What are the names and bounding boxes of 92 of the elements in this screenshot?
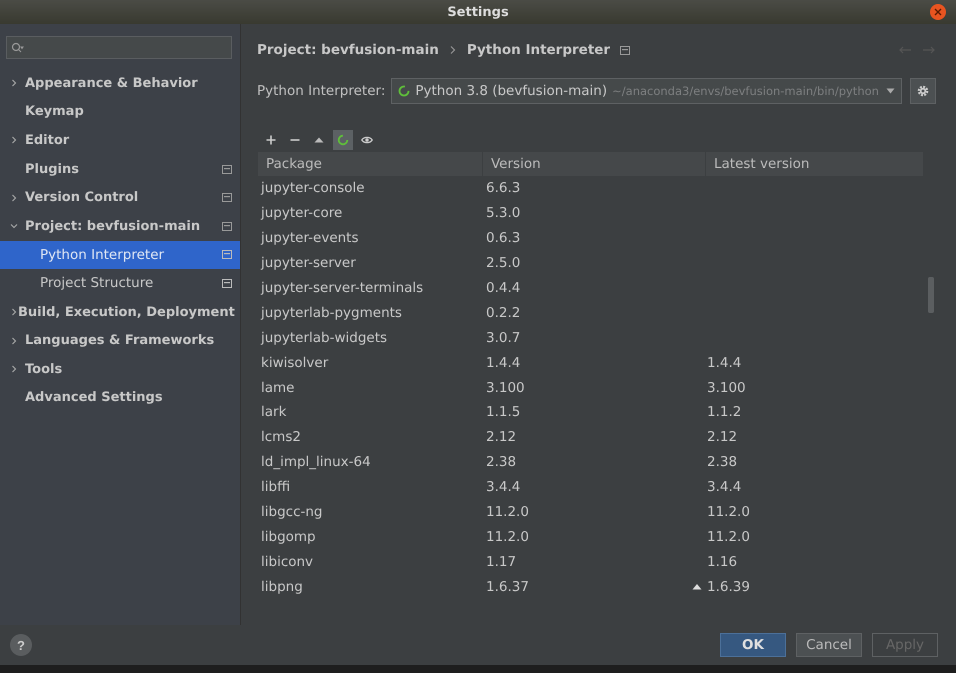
table-cell-text: libffi xyxy=(260,479,292,496)
interpreter-label: Python Interpreter: xyxy=(257,83,386,99)
chevron-down-icon xyxy=(10,222,18,230)
table-cell-text: ld_impl_linux-64 xyxy=(260,454,372,470)
table-cell-text: 1.1.5 xyxy=(485,404,522,420)
table-cell-text: jupyter-core xyxy=(260,205,344,222)
breadcrumb-item: Project: bevfusion-main xyxy=(257,42,439,58)
sidebar-item[interactable]: Editor xyxy=(0,126,240,155)
table-cell-text: 0.2.2 xyxy=(485,304,522,321)
project-icon xyxy=(222,164,232,174)
settings-button[interactable] xyxy=(910,78,936,104)
help-button[interactable]: ? xyxy=(10,634,32,656)
sidebar-item[interactable]: Tools xyxy=(0,354,240,384)
table-cell-text: jupyter-server xyxy=(260,255,357,272)
table-cell: 2.38 xyxy=(707,454,738,470)
table-cell-text: 0.4.4 xyxy=(485,280,522,296)
chevron-right-icon xyxy=(10,336,18,345)
table-cell-text: jupyter-console xyxy=(260,180,366,196)
table-cell-text: lame xyxy=(260,380,296,396)
sidebar-item[interactable]: Advanced Settings xyxy=(0,384,240,412)
table-cell-text: 3.100 xyxy=(485,380,526,396)
sidebar-item[interactable]: Build, Execution, Deployment xyxy=(0,298,240,326)
loading-icon xyxy=(337,134,349,146)
table-cell-text: 1.4.4 xyxy=(485,354,522,371)
table-cell-text: lark xyxy=(260,404,288,420)
sidebar-item[interactable]: Plugins xyxy=(0,154,240,184)
table-cell: 1.1.2 xyxy=(707,404,742,420)
column-header[interactable]: Version xyxy=(482,152,705,176)
sidebar-item[interactable]: Version Control xyxy=(0,183,240,212)
search-icon xyxy=(11,42,25,54)
column-header[interactable]: Latest version xyxy=(705,152,923,176)
table-cell: 3.4.4 xyxy=(707,479,742,496)
table-cell: 1.16 xyxy=(707,554,738,570)
table-cell-text: kiwisolver xyxy=(260,354,330,371)
chevron-right-icon xyxy=(448,45,457,55)
table-cell-text: libiconv xyxy=(260,554,314,570)
search-field[interactable] xyxy=(6,36,232,59)
plus-icon xyxy=(265,134,277,146)
table-cell-text: libgomp xyxy=(260,528,317,545)
sidebar-item[interactable]: Languages & Frameworks xyxy=(0,326,240,355)
interpreter-dropdown[interactable]: Python 3.8 (bevfusion-main) ~/anaconda3/envs/bevfusion-main/bin/python xyxy=(391,78,902,104)
table-cell-text: 2.5.0 xyxy=(485,255,522,272)
chevron-right-icon xyxy=(10,308,18,316)
table-cell: 1.4.4 xyxy=(707,354,742,371)
table-cell-text: libgcc-ng xyxy=(260,504,324,520)
table-cell-text: jupyterlab-pygments xyxy=(260,304,403,321)
table-cell: 1.6.39 xyxy=(707,578,750,595)
table-cell-text: 5.3.0 xyxy=(485,205,522,222)
eye-icon xyxy=(361,134,373,146)
table-cell-text: jupyter-server-terminals xyxy=(260,280,424,296)
chevron-right-icon xyxy=(10,365,18,374)
dialog-button[interactable]: OK xyxy=(720,633,786,657)
table-cell-text: 2.38 xyxy=(485,454,518,470)
caret-icon xyxy=(886,88,895,94)
project-icon xyxy=(222,222,232,231)
table-cell-text: jupyterlab-widgets xyxy=(260,330,388,346)
sidebar-item[interactable]: Python Interpreter xyxy=(0,240,240,270)
dialog-button[interactable]: Cancel xyxy=(796,633,862,657)
table-cell-text: jupyter-events xyxy=(260,230,360,246)
close-button[interactable] xyxy=(930,4,946,20)
sidebar-item[interactable]: Project: bevfusion-main xyxy=(0,212,240,241)
chevron-right-icon xyxy=(10,79,18,88)
table-cell-text: 2.12 xyxy=(485,429,518,446)
table-cell-text: 11.2.0 xyxy=(485,504,530,520)
table-cell-text: 0.6.3 xyxy=(485,230,522,246)
table-cell-text: lcms2 xyxy=(260,429,302,446)
project-icon xyxy=(222,278,232,288)
table-cell: 2.12 xyxy=(707,429,738,446)
sidebar-item[interactable]: Keymap xyxy=(0,98,240,126)
project-icon xyxy=(620,46,630,54)
close-icon xyxy=(933,7,943,17)
table-cell: 11.2.0 xyxy=(707,504,750,520)
table-cell-text: libpng xyxy=(260,578,304,595)
table-cell: 3.100 xyxy=(707,380,746,396)
gear-icon xyxy=(916,84,930,98)
project-icon xyxy=(222,193,232,202)
table-cell-text: 11.2.0 xyxy=(485,528,530,545)
project-icon xyxy=(222,250,232,260)
sidebar-item[interactable]: Appearance & Behavior xyxy=(0,69,240,98)
breadcrumb-item: Python Interpreter xyxy=(466,42,610,58)
column-header[interactable]: Package xyxy=(257,152,482,176)
table-cell-text: 1.6.37 xyxy=(485,578,530,595)
table-cell-text: 3.4.4 xyxy=(485,479,522,496)
sidebar-item[interactable]: Project Structure xyxy=(0,269,240,298)
table-cell-text: 6.6.3 xyxy=(485,180,522,196)
table-cell: 11.2.0 xyxy=(707,528,750,545)
loading-icon xyxy=(398,85,410,97)
chevron-right-icon xyxy=(10,136,18,144)
window-title: Settings xyxy=(447,4,509,20)
table-cell-text: 1.17 xyxy=(485,554,518,570)
chevron-right-icon xyxy=(10,194,18,202)
table-cell-text: 3.0.7 xyxy=(485,330,522,346)
